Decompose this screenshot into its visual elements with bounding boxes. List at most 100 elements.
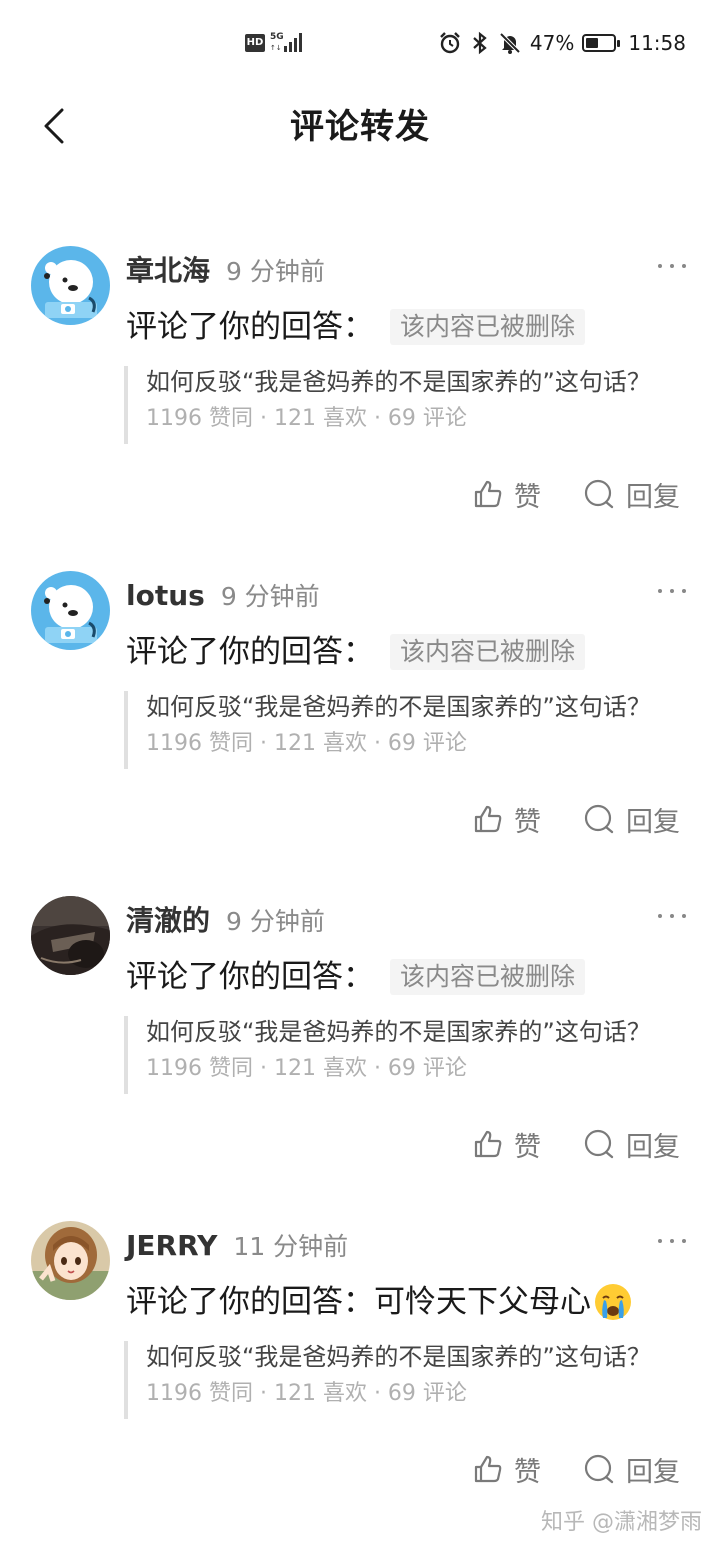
like-button[interactable]: 赞 xyxy=(472,1124,541,1164)
comment-bubble-icon xyxy=(584,1454,614,1484)
username[interactable]: lotus xyxy=(126,579,205,612)
quoted-answer-stats: 1196 赞同 · 121 喜欢 · 69 评论 xyxy=(146,1056,467,1081)
alarm-icon xyxy=(440,32,460,54)
reply-button[interactable]: 回复 xyxy=(582,799,680,839)
username[interactable]: JERRY xyxy=(126,1229,217,1262)
reply-label: 回复 xyxy=(626,1456,680,1488)
battery-icon xyxy=(582,34,621,52)
battery-percent: 47% xyxy=(529,31,575,55)
like-button[interactable]: 赞 xyxy=(472,1449,541,1489)
quoted-answer-title: 如何反驳“我是爸妈养的不是国家养的”这句话？ xyxy=(146,693,651,721)
more-dot xyxy=(658,1239,662,1243)
deleted-content-tag: 该内容已被删除 xyxy=(390,309,586,345)
more-options-button[interactable] xyxy=(656,260,688,272)
quoted-answer-title: 如何反驳“我是爸妈养的不是国家养的”这句话？ xyxy=(146,368,651,396)
username[interactable]: 清澈的 xyxy=(126,904,210,937)
network-label: 5G xyxy=(270,32,284,42)
quoted-answer-stats: 1196 赞同 · 121 喜欢 · 69 评论 xyxy=(146,1381,467,1406)
signal-icon: 5G ↑↓ xyxy=(270,32,302,52)
more-dot xyxy=(658,264,662,268)
thumbs-up-icon xyxy=(474,480,502,508)
quoted-answer-stats: 1196 赞同 · 121 喜欢 · 69 评论 xyxy=(146,731,467,756)
notification-item: JERRY 11 分钟前评论了你的回答： 可怜天下父母心如何反驳“我是爸妈养的不是国… xyxy=(0,1221,720,1546)
reply-button[interactable]: 回复 xyxy=(582,1124,680,1164)
user-line: lotus 9 分钟前 xyxy=(126,577,320,616)
more-dot xyxy=(670,264,674,268)
more-options-button[interactable] xyxy=(656,1235,688,1247)
action-text: 评论了你的回答： xyxy=(126,1284,374,1320)
quoted-answer-stats: 1196 赞同 · 121 喜欢 · 69 评论 xyxy=(146,406,467,431)
comment-line: 评论了你的回答： 可怜天下父母心 xyxy=(126,1281,633,1323)
timestamp: 9 分钟前 xyxy=(226,257,325,286)
page-title: 评论转发 xyxy=(290,107,430,147)
action-text: 评论了你的回答： xyxy=(126,959,374,995)
notification-page: HD 5G ↑↓ 47% 11:58 评论转发 章北海 9 分钟前 评论了你的回… xyxy=(0,0,720,1550)
comment-line: 评论了你的回答： 该内容已被删除 xyxy=(126,631,586,673)
clock: 11:58 xyxy=(628,31,686,55)
more-dot xyxy=(658,589,662,593)
quoted-answer-title: 如何反驳“我是爸妈养的不是国家养的”这句话？ xyxy=(146,1018,651,1046)
bluetooth-icon xyxy=(473,31,487,55)
thumbs-up-icon xyxy=(474,805,502,833)
like-label: 赞 xyxy=(514,806,541,838)
like-button[interactable]: 赞 xyxy=(472,474,541,514)
comment-line: 评论了你的回答： 该内容已被删除 xyxy=(126,956,586,998)
quoted-answer[interactable]: 如何反驳“我是爸妈养的不是国家养的”这句话？ 1196 赞同 · 121 喜欢 ·… xyxy=(124,1341,684,1419)
watermark: 知乎 @潇湘梦雨 xyxy=(541,1510,702,1535)
user-line: 章北海 9 分钟前 xyxy=(126,252,325,291)
more-dot xyxy=(682,589,686,593)
avatar[interactable] xyxy=(31,246,110,325)
more-dot xyxy=(682,1239,686,1243)
deleted-content-tag: 该内容已被删除 xyxy=(390,959,586,995)
thumbs-up-icon xyxy=(474,1130,502,1158)
comment-bubble-icon xyxy=(584,1129,614,1159)
timestamp: 9 分钟前 xyxy=(226,907,325,936)
comment-line: 评论了你的回答： 该内容已被删除 xyxy=(126,306,586,348)
quoted-answer[interactable]: 如何反驳“我是爸妈养的不是国家养的”这句话？ 1196 赞同 · 121 喜欢 ·… xyxy=(124,691,684,769)
like-label: 赞 xyxy=(514,1456,541,1488)
reply-label: 回复 xyxy=(626,481,680,513)
more-dot xyxy=(658,914,662,918)
comment-text: 可怜天下父母心 xyxy=(374,1284,591,1320)
more-options-button[interactable] xyxy=(656,910,688,922)
more-dot xyxy=(670,914,674,918)
user-line: JERRY 11 分钟前 xyxy=(126,1227,348,1266)
like-label: 赞 xyxy=(514,481,541,513)
notification-item: 清澈的 9 分钟前评论了你的回答： 该内容已被删除如何反驳“我是爸妈养的不是国家养的… xyxy=(0,896,720,1221)
avatar[interactable] xyxy=(31,896,110,975)
comment-bubble-icon xyxy=(584,804,614,834)
more-dot xyxy=(670,1239,674,1243)
quoted-answer-title: 如何反驳“我是爸妈养的不是国家养的”这句话？ xyxy=(146,1343,651,1371)
action-text: 评论了你的回答： xyxy=(126,634,374,670)
comment-bubble-icon xyxy=(584,479,614,509)
more-dot xyxy=(670,589,674,593)
reply-button[interactable]: 回复 xyxy=(582,474,680,514)
avatar[interactable] xyxy=(31,571,110,650)
more-dot xyxy=(682,914,686,918)
notification-item: lotus 9 分钟前评论了你的回答： 该内容已被删除如何反驳“我是爸妈养的不是国家… xyxy=(0,571,720,896)
quoted-answer[interactable]: 如何反驳“我是爸妈养的不是国家养的”这句话？ 1196 赞同 · 121 喜欢 ·… xyxy=(124,1016,684,1094)
action-text: 评论了你的回答： xyxy=(126,309,374,345)
avatar[interactable] xyxy=(31,1221,110,1300)
mute-icon xyxy=(499,32,521,54)
timestamp: 9 分钟前 xyxy=(220,582,320,611)
username[interactable]: 章北海 xyxy=(126,254,210,287)
deleted-content-tag: 该内容已被删除 xyxy=(390,634,586,670)
crying-face-icon xyxy=(595,1284,631,1320)
quoted-answer[interactable]: 如何反驳“我是爸妈养的不是国家养的”这句话？ 1196 赞同 · 121 喜欢 ·… xyxy=(124,366,684,444)
notification-item: 章北海 9 分钟前评论了你的回答： 该内容已被删除如何反驳“我是爸妈养的不是国家养的… xyxy=(0,246,720,571)
reply-label: 回复 xyxy=(626,806,680,838)
more-options-button[interactable] xyxy=(656,585,688,597)
reply-button[interactable]: 回复 xyxy=(582,1449,680,1489)
thumbs-up-icon xyxy=(474,1455,502,1483)
status-bar: HD 5G ↑↓ 47% 11:58 xyxy=(0,0,720,88)
timestamp: 11 分钟前 xyxy=(233,1232,349,1261)
battery-level xyxy=(586,38,599,48)
like-button[interactable]: 赞 xyxy=(472,799,541,839)
status-right: 47% 11:58 xyxy=(438,28,686,58)
more-dot xyxy=(682,264,686,268)
user-line: 清澈的 9 分钟前 xyxy=(126,902,325,941)
reply-label: 回复 xyxy=(626,1131,680,1163)
like-label: 赞 xyxy=(514,1131,541,1163)
svg-text:↑↓: ↑↓ xyxy=(270,44,282,52)
